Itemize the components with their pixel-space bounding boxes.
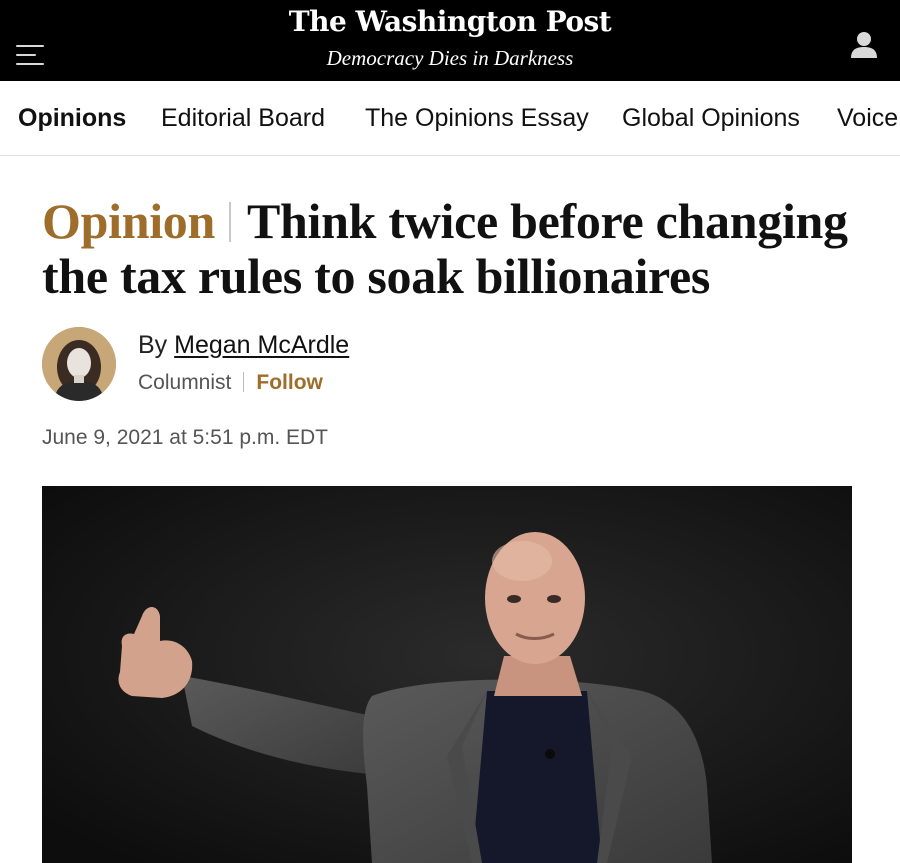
nav-item-global-opinions[interactable]: Global Opinions — [622, 103, 800, 133]
site-logo[interactable]: The Washington Post — [250, 4, 650, 40]
nav-item-voices[interactable]: Voice — [837, 103, 898, 133]
opinion-kicker[interactable]: Opinion — [42, 193, 215, 249]
lead-photo — [42, 486, 852, 863]
section-nav: Opinions Editorial Board The Opinions Es… — [0, 81, 900, 156]
user-account-icon[interactable] — [848, 30, 880, 60]
author-role: Columnist — [138, 371, 232, 394]
article-headline: Opinion Think twice before changing the t… — [42, 194, 862, 304]
nav-item-opinions[interactable]: Opinions — [18, 103, 126, 133]
masthead-bar: The Washington Post Democracy Dies in Da… — [0, 0, 900, 81]
hamburger-menu-icon[interactable] — [16, 43, 46, 67]
byline-prefix: By — [138, 331, 168, 359]
follow-button[interactable]: Follow — [256, 371, 323, 394]
nav-item-editorial-board[interactable]: Editorial Board — [161, 103, 325, 133]
site-tagline: Democracy Dies in Darkness — [326, 46, 574, 70]
author-avatar[interactable] — [42, 327, 116, 401]
meta-divider — [243, 372, 245, 392]
nav-item-opinions-essay[interactable]: The Opinions Essay — [365, 103, 589, 133]
author-link[interactable]: Megan McArdle — [174, 331, 349, 359]
kicker-divider — [229, 202, 231, 242]
author-meta: Columnist Follow — [138, 370, 323, 396]
masthead: The Washington Post Democracy Dies in Da… — [250, 4, 650, 72]
byline: By Megan McArdle — [138, 330, 349, 360]
publish-timestamp: June 9, 2021 at 5:51 p.m. EDT — [42, 426, 329, 449]
